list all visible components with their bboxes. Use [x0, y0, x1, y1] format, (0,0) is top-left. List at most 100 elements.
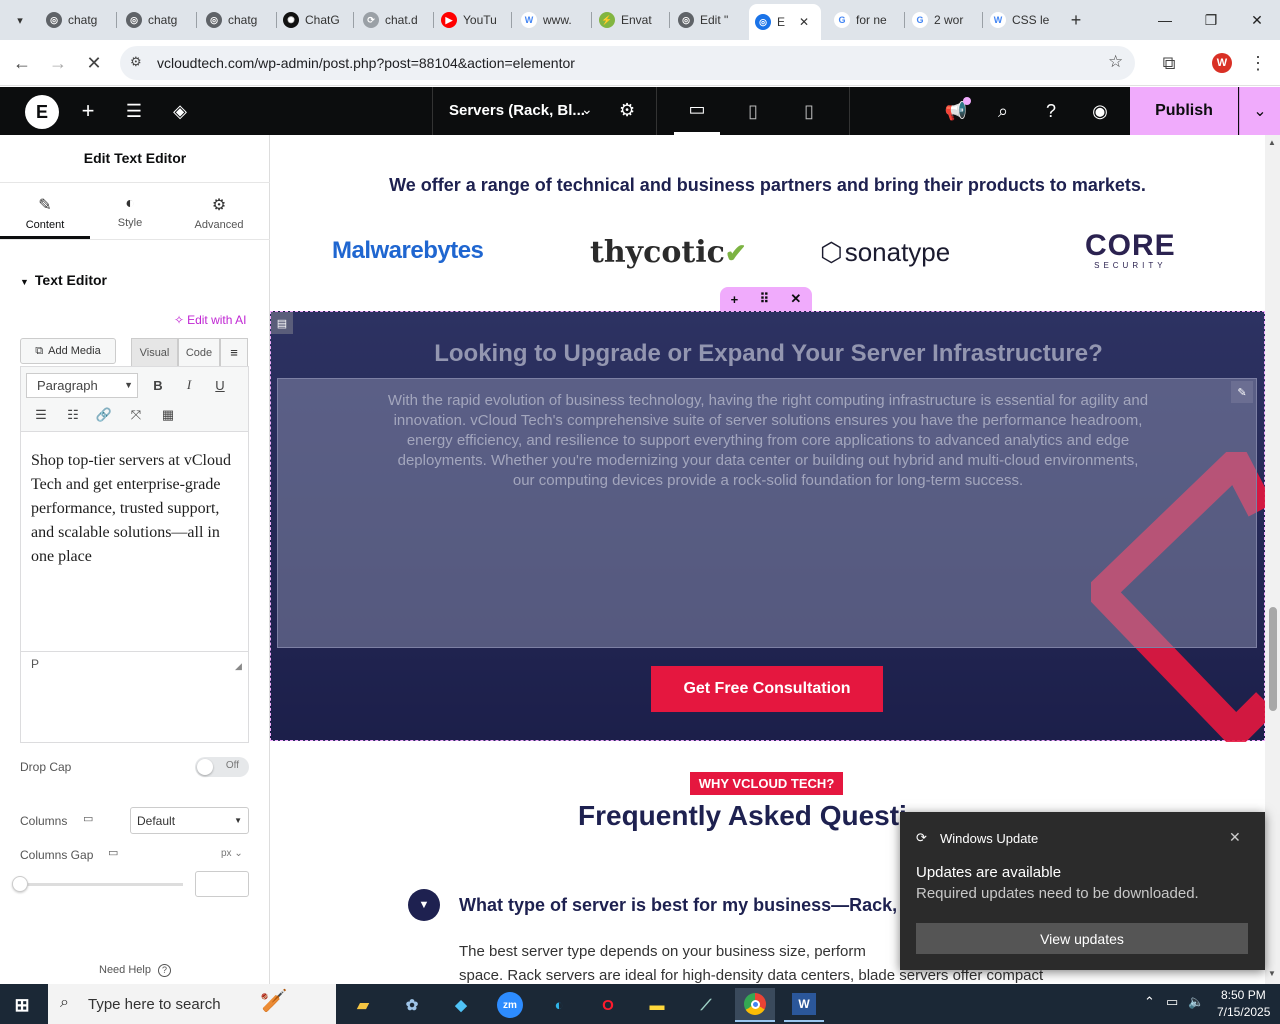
- chrome-browser-icon[interactable]: [735, 988, 775, 1022]
- browser-tab[interactable]: ◎ chatg: [120, 6, 195, 34]
- volume-icon[interactable]: 🔈: [1188, 994, 1204, 1010]
- columns-gap-slider-handle[interactable]: [12, 876, 28, 892]
- get-free-consultation-button[interactable]: Get Free Consultation: [651, 666, 883, 712]
- tray-chevron-up-icon[interactable]: ⌃: [1144, 994, 1155, 1010]
- browser-tab[interactable]: ◎ chatg: [200, 6, 275, 34]
- browser-tab[interactable]: ◎ E ✕: [749, 4, 821, 40]
- link-icon[interactable]: 🔗: [90, 402, 118, 428]
- back-button[interactable]: ←: [7, 48, 37, 78]
- publish-options-chevron-icon[interactable]: ⌄: [1239, 87, 1280, 135]
- app-icon-feather[interactable]: ⟋: [686, 988, 726, 1022]
- responsive-desktop-icon[interactable]: ▭: [108, 846, 118, 859]
- italic-button[interactable]: I: [175, 372, 203, 398]
- browser-tab[interactable]: ◎ Edit ": [672, 6, 747, 34]
- file-explorer-icon[interactable]: ▰: [343, 988, 383, 1022]
- browser-tab[interactable]: ▶ YouTu: [435, 6, 510, 34]
- drag-handle-icon[interactable]: ⠿: [760, 291, 770, 307]
- tab-advanced[interactable]: ⚙ Advanced: [174, 183, 264, 239]
- drop-cap-toggle[interactable]: Off: [195, 757, 249, 777]
- app-icon-flower[interactable]: ✿: [392, 988, 432, 1022]
- close-window-button[interactable]: ✕: [1234, 0, 1280, 40]
- sticky-notes-icon[interactable]: ▬: [637, 988, 677, 1022]
- word-icon[interactable]: W: [784, 988, 824, 1022]
- extensions-icon[interactable]: ⧉: [1154, 48, 1184, 78]
- bookmark-star-icon[interactable]: ☆: [1108, 52, 1123, 72]
- widget-edit-pencil-icon[interactable]: ✎: [1231, 381, 1253, 403]
- browser-tab[interactable]: Wwww.: [515, 6, 590, 34]
- site-info-icon[interactable]: ⚙: [130, 54, 142, 70]
- canvas-scrollbar[interactable]: ▲ ▼: [1265, 135, 1280, 985]
- stop-loading-button[interactable]: ✕: [79, 48, 109, 78]
- columns-select[interactable]: Default ▼: [130, 807, 249, 834]
- site-settings-sliders-icon[interactable]: ☰: [111, 87, 157, 135]
- publish-button[interactable]: Publish: [1130, 87, 1238, 135]
- tablet-view-icon[interactable]: ▯: [730, 87, 776, 135]
- unit-select[interactable]: px ⌄: [221, 848, 243, 859]
- taskbar-search-box[interactable]: ⌕ Type here to search 🏏: [48, 984, 336, 1024]
- bold-button[interactable]: B: [144, 372, 172, 398]
- columns-gap-input[interactable]: [195, 871, 249, 897]
- opera-browser-icon[interactable]: O: [588, 988, 628, 1022]
- browser-tab[interactable]: ◎ chatg: [40, 6, 115, 34]
- underline-button[interactable]: U: [206, 372, 234, 398]
- omnibox[interactable]: ⚙ vcloudtech.com/wp-admin/post.php?post=…: [120, 46, 1135, 80]
- zoom-icon[interactable]: zm: [490, 988, 530, 1022]
- browser-menu-icon[interactable]: ⋮: [1243, 48, 1273, 78]
- desktop-view-icon[interactable]: ▭: [674, 87, 720, 135]
- start-windows-icon[interactable]: ⊞: [2, 988, 42, 1022]
- paragraph-select[interactable]: Paragraph ▼: [26, 373, 138, 398]
- preview-eye-icon[interactable]: ◉: [1077, 87, 1123, 135]
- elementor-logo-icon[interactable]: E: [25, 95, 59, 129]
- tab-visual[interactable]: Visual: [131, 338, 178, 367]
- scroll-down-arrow[interactable]: ▼: [1268, 969, 1276, 978]
- edit-with-ai-link[interactable]: ✧ Edit with AI: [174, 313, 246, 327]
- toolbar-toggle-icon[interactable]: ▦: [154, 402, 182, 428]
- faq-toggle-icon[interactable]: ▼: [408, 889, 440, 921]
- browser-tab[interactable]: ⟳ chat.d: [357, 6, 432, 34]
- add-media-button[interactable]: ⧉ Add Media: [20, 338, 116, 364]
- numbered-list-icon[interactable]: ☷: [59, 402, 87, 428]
- container-handle-icon[interactable]: ▤: [271, 312, 293, 334]
- clock-time[interactable]: 8:50 PM: [1221, 988, 1266, 1002]
- tab-content[interactable]: ✎ Content: [0, 183, 90, 239]
- faq-question-1[interactable]: What type of server is best for my busin…: [459, 895, 897, 916]
- search-icon[interactable]: ⌕: [980, 87, 1026, 135]
- structure-layers-icon[interactable]: ◈: [157, 87, 203, 135]
- tab-code[interactable]: Code: [178, 338, 220, 367]
- browser-tab[interactable]: ⚡ Envat: [593, 6, 668, 34]
- section-handle[interactable]: + ⠿ ✕: [720, 287, 812, 311]
- toast-close-icon[interactable]: ✕: [1229, 829, 1241, 846]
- browser-tab[interactable]: Gfor ne: [828, 6, 903, 34]
- windows-update-toast[interactable]: ⟳ Windows Update ✕ Updates are available…: [900, 812, 1265, 970]
- add-element-icon[interactable]: +: [65, 87, 111, 135]
- text-editor-widget-selected[interactable]: With the rapid evolution of business tec…: [277, 378, 1257, 648]
- browser-tab[interactable]: W CSS le: [984, 6, 1059, 34]
- network-icon[interactable]: ▭: [1166, 994, 1178, 1010]
- restore-button[interactable]: ❐: [1188, 0, 1234, 40]
- new-tab-button[interactable]: +: [1064, 8, 1088, 32]
- url-text[interactable]: vcloudtech.com/wp-admin/post.php?post=88…: [157, 55, 575, 71]
- minimize-button[interactable]: —: [1142, 0, 1188, 40]
- fullscreen-icon[interactable]: ⤧: [122, 402, 150, 428]
- page-settings-gear-icon[interactable]: ⚙: [619, 100, 635, 121]
- edge-browser-icon[interactable]: ◐: [539, 988, 579, 1022]
- tab-search-button[interactable]: ▾: [8, 8, 32, 32]
- tab-style[interactable]: ◐ Style: [85, 183, 175, 239]
- app-icon-diamond[interactable]: ◆: [441, 988, 481, 1022]
- stack-icon[interactable]: ≡: [220, 338, 248, 367]
- add-section-icon[interactable]: +: [731, 292, 739, 307]
- mobile-view-icon[interactable]: ▯: [786, 87, 832, 135]
- browser-tab[interactable]: ✺ ChatG: [277, 6, 352, 34]
- help-icon[interactable]: ?: [1028, 87, 1074, 135]
- delete-section-icon[interactable]: ✕: [790, 291, 801, 307]
- section-header-text-editor[interactable]: ▼ Text Editor: [20, 272, 107, 288]
- columns-gap-slider-track[interactable]: [20, 883, 183, 886]
- view-updates-button[interactable]: View updates: [916, 923, 1248, 954]
- profile-avatar[interactable]: W: [1212, 53, 1232, 73]
- editor-content[interactable]: Shop top-tier servers at vCloud Tech and…: [31, 449, 231, 569]
- responsive-desktop-icon[interactable]: ▭: [83, 812, 93, 825]
- document-selector[interactable]: Servers (Rack, Bl... ⌄ ⚙: [432, 87, 657, 135]
- cta-section[interactable]: ▤ Looking to Upgrade or Expand Your Serv…: [270, 311, 1265, 742]
- scrollbar-thumb[interactable]: [1269, 607, 1277, 711]
- scroll-up-arrow[interactable]: ▲: [1268, 138, 1276, 147]
